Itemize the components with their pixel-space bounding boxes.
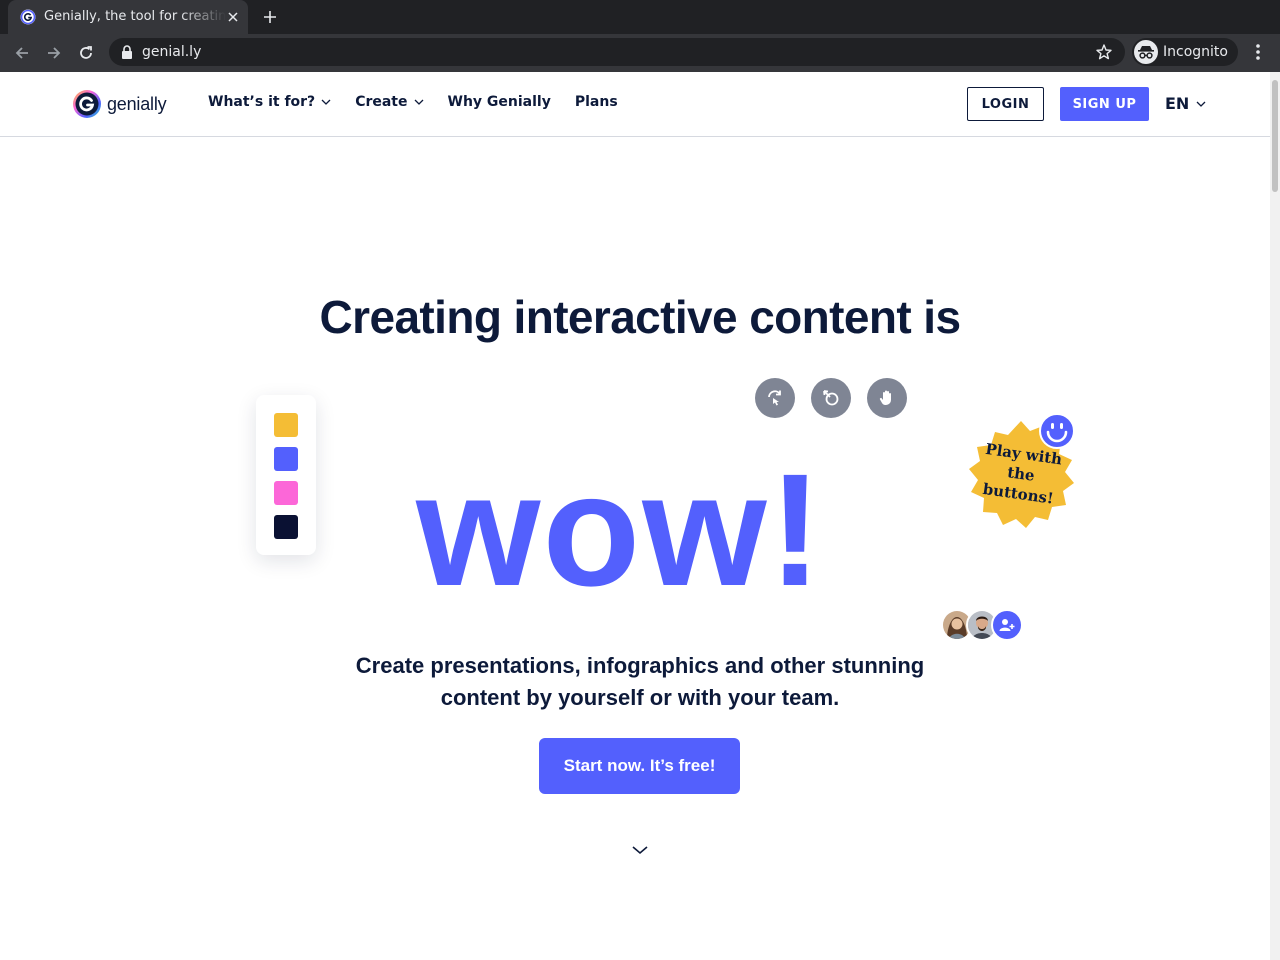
chevron-down-icon — [1196, 101, 1206, 107]
url-text: genial.ly — [142, 44, 202, 60]
genially-logo-icon — [73, 90, 101, 118]
web-page: genially What’s it for? Create Why Genia… — [0, 72, 1280, 960]
nav-plans[interactable]: Plans — [575, 94, 618, 110]
browser-tab-strip: Genially, the tool for creating interact… — [0, 0, 1280, 34]
logo-text: genially — [107, 93, 167, 114]
bookmark-star-icon[interactable] — [1095, 43, 1113, 61]
tab-close-icon[interactable] — [224, 8, 242, 26]
browser-tab[interactable]: Genially, the tool for creating interact… — [8, 0, 248, 34]
nav-why-genially[interactable]: Why Genially — [448, 94, 551, 110]
reload-icon[interactable] — [74, 41, 98, 65]
genially-logo[interactable]: genially — [72, 88, 167, 120]
main-nav: What’s it for? Create Why Genially Plans — [208, 94, 618, 110]
nav-whats-it-for[interactable]: What’s it for? — [208, 94, 331, 110]
new-tab-icon[interactable] — [259, 6, 281, 28]
start-now-button[interactable]: Start now. It’s free! — [539, 738, 740, 794]
hand-icon — [879, 390, 891, 406]
collaborator-avatars — [941, 609, 1023, 641]
hand-tool-button[interactable] — [867, 378, 907, 418]
chevron-down-icon — [414, 99, 423, 105]
swatch-yellow[interactable] — [274, 413, 298, 437]
lock-icon — [122, 45, 132, 59]
rotate-tool-button[interactable] — [755, 378, 795, 418]
add-collaborator-button[interactable] — [991, 609, 1023, 641]
swatch-navy[interactable] — [274, 515, 298, 539]
genially-favicon-icon — [20, 9, 36, 25]
wow-text: wow! — [416, 440, 824, 619]
language-label: EN — [1165, 94, 1190, 113]
pointer-tool-button[interactable] — [811, 378, 851, 418]
hero-subtitle: Create presentations, infographics and o… — [355, 653, 925, 710]
scrollbar-thumb[interactable] — [1272, 80, 1278, 192]
chevron-down-icon — [321, 99, 331, 105]
login-button[interactable]: LOGIN — [967, 87, 1044, 121]
scroll-down-chevron-icon[interactable] — [631, 844, 649, 856]
smiley-icon — [1039, 413, 1075, 449]
page-scrollbar[interactable] — [1270, 72, 1280, 960]
add-user-icon — [999, 619, 1015, 631]
color-palette — [256, 395, 316, 555]
browser-menu-icon[interactable] — [1250, 41, 1266, 63]
hero-headline: Creating interactive content is — [319, 291, 962, 343]
nav-create[interactable]: Create — [355, 94, 423, 110]
tab-title: Genially, the tool for creating interact… — [44, 9, 226, 24]
signup-button[interactable]: SIGN UP — [1060, 87, 1149, 121]
swatch-pink[interactable] — [274, 481, 298, 505]
swatch-blue[interactable] — [274, 447, 298, 471]
forward-arrow-icon[interactable] — [42, 41, 66, 65]
incognito-profile-button[interactable]: Incognito — [1132, 38, 1238, 66]
incognito-icon — [1134, 40, 1158, 64]
pointer-icon — [823, 390, 839, 406]
address-bar[interactable]: genial.ly — [109, 38, 1125, 66]
site-header: genially What’s it for? Create Why Genia… — [0, 72, 1270, 137]
back-arrow-icon[interactable] — [10, 41, 34, 65]
incognito-label: Incognito — [1163, 44, 1228, 60]
rotate-icon — [768, 390, 781, 406]
language-selector[interactable]: EN — [1165, 94, 1206, 113]
